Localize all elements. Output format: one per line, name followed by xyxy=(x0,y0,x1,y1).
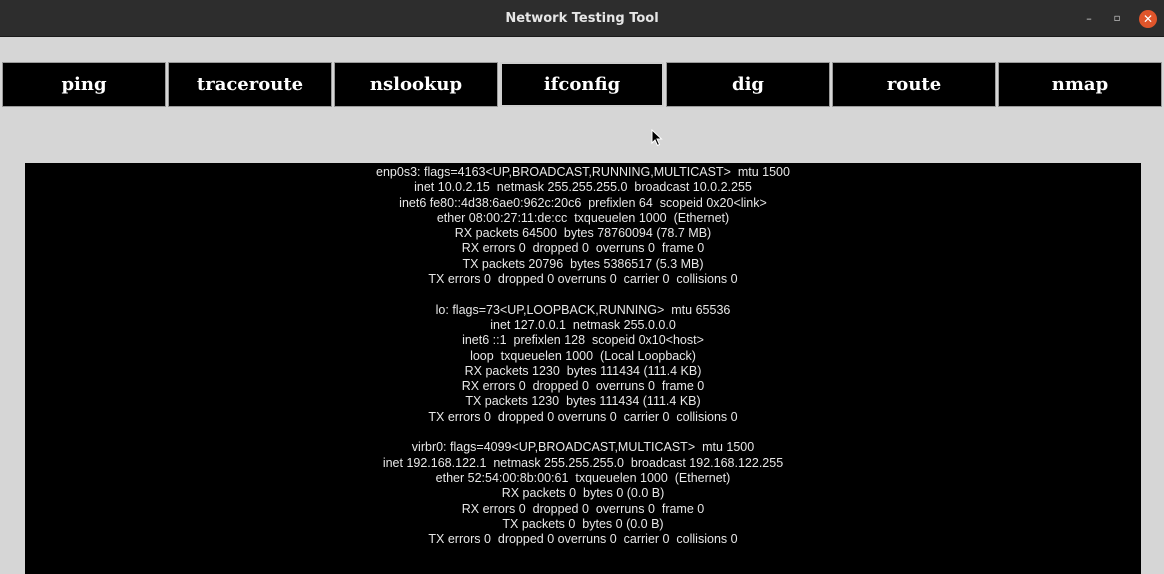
maximize-icon[interactable]: ▫ xyxy=(1108,10,1126,28)
tab-route[interactable]: route xyxy=(832,62,996,107)
tab-nmap[interactable]: nmap xyxy=(998,62,1162,107)
output-line: TX errors 0 dropped 0 overruns 0 carrier… xyxy=(428,532,738,547)
tab-dig[interactable]: dig xyxy=(666,62,830,107)
tab-ifconfig[interactable]: ifconfig xyxy=(500,62,664,107)
output-line: TX errors 0 dropped 0 overruns 0 carrier… xyxy=(428,272,738,287)
tool-tab-bar: ping traceroute nslookup ifconfig dig ro… xyxy=(2,62,1164,109)
ifconfig-output: enp0s3: flags=4163<UP,BROADCAST,RUNNING,… xyxy=(25,163,1141,547)
output-line: TX packets 0 bytes 0 (0.0 B) xyxy=(502,516,664,531)
close-icon[interactable]: ✕ xyxy=(1139,10,1157,28)
output-line: TX packets 20796 bytes 5386517 (5.3 MB) xyxy=(462,256,704,271)
mouse-pointer-icon xyxy=(651,129,663,147)
output-line: ether 52:54:00:8b:00:61 txqueuelen 1000 … xyxy=(435,470,731,485)
tab-ping[interactable]: ping xyxy=(2,62,166,107)
output-line: virbr0: flags=4099<UP,BROADCAST,MULTICAS… xyxy=(411,440,755,455)
output-line: RX packets 64500 bytes 78760094 (78.7 MB… xyxy=(454,226,712,241)
output-line: loop txqueuelen 1000 (Local Loopback) xyxy=(470,348,696,363)
output-line: enp0s3: flags=4163<UP,BROADCAST,RUNNING,… xyxy=(376,165,790,179)
output-line: TX errors 0 dropped 0 overruns 0 carrier… xyxy=(428,409,738,424)
tab-traceroute[interactable]: traceroute xyxy=(168,62,332,107)
output-line: RX packets 1230 bytes 111434 (111.4 KB) xyxy=(464,363,702,378)
output-line: lo: flags=73<UP,LOOPBACK,RUNNING> mtu 65… xyxy=(435,302,731,317)
minimize-icon[interactable]: – xyxy=(1080,10,1098,28)
output-line: RX errors 0 dropped 0 overruns 0 frame 0 xyxy=(461,379,705,394)
tab-nslookup[interactable]: nslookup xyxy=(334,62,498,107)
app-window: Network Testing Tool – ▫ ✕ ping tracerou… xyxy=(0,0,1164,574)
output-line: inet 192.168.122.1 netmask 255.255.255.0… xyxy=(382,455,784,470)
window-title: Network Testing Tool xyxy=(505,11,659,26)
output-line: inet 127.0.0.1 netmask 255.0.0.0 xyxy=(490,317,676,332)
output-line: RX errors 0 dropped 0 overruns 0 frame 0 xyxy=(461,501,705,516)
output-line: inet 10.0.2.15 netmask 255.255.255.0 bro… xyxy=(414,180,752,195)
output-line: RX errors 0 dropped 0 overruns 0 frame 0 xyxy=(461,241,705,256)
output-line: RX packets 0 bytes 0 (0.0 B) xyxy=(501,486,665,501)
output-panel: enp0s3: flags=4163<UP,BROADCAST,RUNNING,… xyxy=(25,163,1141,574)
output-line: inet6 fe80::4d38:6ae0:962c:20c6 prefixle… xyxy=(399,195,767,210)
output-line: ether 08:00:27:11:de:cc txqueuelen 1000 … xyxy=(436,210,730,225)
output-line: TX packets 1230 bytes 111434 (111.4 KB) xyxy=(465,394,701,409)
title-bar[interactable]: Network Testing Tool – ▫ ✕ xyxy=(0,0,1164,37)
output-line: inet6 ::1 prefixlen 128 scopeid 0x10<hos… xyxy=(462,333,704,348)
